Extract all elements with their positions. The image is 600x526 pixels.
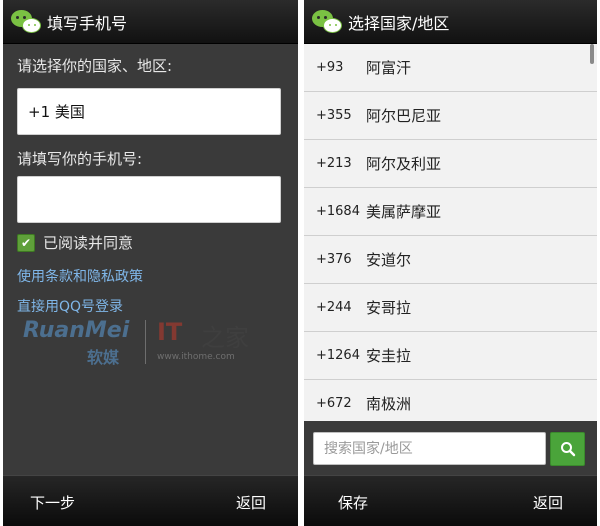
list-scrollbar[interactable] bbox=[590, 44, 594, 64]
country-name: 阿尔及利亚 bbox=[366, 155, 442, 173]
terms-link[interactable]: 使用条款和隐私政策 bbox=[17, 266, 143, 286]
agree-checkbox[interactable]: ✔ bbox=[17, 233, 35, 252]
bottom-bar: 保存 返回 bbox=[304, 475, 597, 526]
phone-label: 请填写你的手机号: bbox=[17, 150, 143, 168]
watermark-it: IT bbox=[157, 318, 183, 346]
country-name: 安哥拉 bbox=[366, 299, 412, 317]
country-label: 请选择你的国家、地区: bbox=[17, 57, 173, 75]
country-code: +244 bbox=[316, 300, 352, 315]
search-input[interactable] bbox=[313, 432, 546, 465]
search-button[interactable] bbox=[550, 431, 585, 466]
country-value: +1 美国 bbox=[28, 103, 85, 121]
search-icon bbox=[560, 441, 575, 456]
country-item[interactable]: +1684 美属萨摩亚 bbox=[304, 188, 597, 236]
wechat-logo-icon bbox=[11, 8, 43, 36]
page-title: 填写手机号 bbox=[47, 13, 128, 33]
watermark-ruanmei-cn: 软媒 bbox=[87, 348, 120, 367]
checkmark-icon: ✔ bbox=[20, 235, 32, 250]
agree-text: 已阅读并同意 bbox=[43, 234, 134, 252]
phone-entry-screen: 填写手机号 请选择你的国家、地区: +1 美国 请填写你的手机号: ✔ 已阅读并… bbox=[3, 0, 298, 526]
country-item[interactable]: +672 南极洲 bbox=[304, 380, 597, 421]
country-name: 美属萨摩亚 bbox=[366, 203, 442, 221]
country-item[interactable]: +93 阿富汗 bbox=[304, 44, 597, 92]
back-button[interactable]: 返回 bbox=[533, 492, 563, 513]
country-item[interactable]: +244 安哥拉 bbox=[304, 284, 597, 332]
country-code: +1264 bbox=[316, 348, 360, 363]
page-title: 选择国家/地区 bbox=[348, 13, 450, 33]
country-code: +672 bbox=[316, 396, 352, 411]
watermark-zhi: 之家 bbox=[201, 324, 249, 352]
search-panel bbox=[304, 421, 597, 476]
watermark: RuanMei 软媒 IT 之家 www.ithome.com bbox=[23, 318, 253, 368]
watermark-url: www.ithome.com bbox=[157, 352, 235, 362]
country-name: 阿尔巴尼亚 bbox=[366, 107, 442, 125]
country-picker-screen: 选择国家/地区 +93 阿富汗 +355 阿尔巴尼亚 +213 阿尔及利亚 +1684 美属萨… bbox=[304, 0, 597, 526]
watermark-ruanmei-en: RuanMei bbox=[23, 318, 130, 343]
country-code: +93 bbox=[316, 60, 344, 75]
phone-number-field[interactable] bbox=[17, 176, 281, 223]
watermark-divider bbox=[145, 320, 146, 364]
wechat-logo-icon bbox=[312, 8, 344, 36]
country-name: 南极洲 bbox=[366, 395, 412, 413]
country-code: +355 bbox=[316, 108, 352, 123]
country-code: +376 bbox=[316, 252, 352, 267]
country-name: 安道尔 bbox=[366, 251, 412, 269]
country-name: 阿富汗 bbox=[366, 59, 412, 77]
country-item[interactable]: +213 阿尔及利亚 bbox=[304, 140, 597, 188]
qq-login-link[interactable]: 直接用QQ号登录 bbox=[17, 296, 123, 316]
country-list: +93 阿富汗 +355 阿尔巴尼亚 +213 阿尔及利亚 +1684 美属萨摩亚 +376 安道… bbox=[304, 44, 597, 421]
country-item[interactable]: +376 安道尔 bbox=[304, 236, 597, 284]
country-name: 安圭拉 bbox=[366, 347, 412, 365]
title-bar: 选择国家/地区 bbox=[304, 0, 597, 44]
country-selector[interactable]: +1 美国 bbox=[17, 88, 281, 135]
bottom-bar: 下一步 返回 bbox=[3, 475, 298, 526]
agree-row: ✔ 已阅读并同意 bbox=[17, 232, 133, 253]
next-button[interactable]: 下一步 bbox=[30, 492, 75, 513]
country-code: +213 bbox=[316, 156, 352, 171]
country-item[interactable]: +1264 安圭拉 bbox=[304, 332, 597, 380]
country-item[interactable]: +355 阿尔巴尼亚 bbox=[304, 92, 597, 140]
back-button[interactable]: 返回 bbox=[236, 492, 266, 513]
save-button[interactable]: 保存 bbox=[338, 492, 368, 513]
country-code: +1684 bbox=[316, 204, 360, 219]
title-bar: 填写手机号 bbox=[3, 0, 298, 44]
